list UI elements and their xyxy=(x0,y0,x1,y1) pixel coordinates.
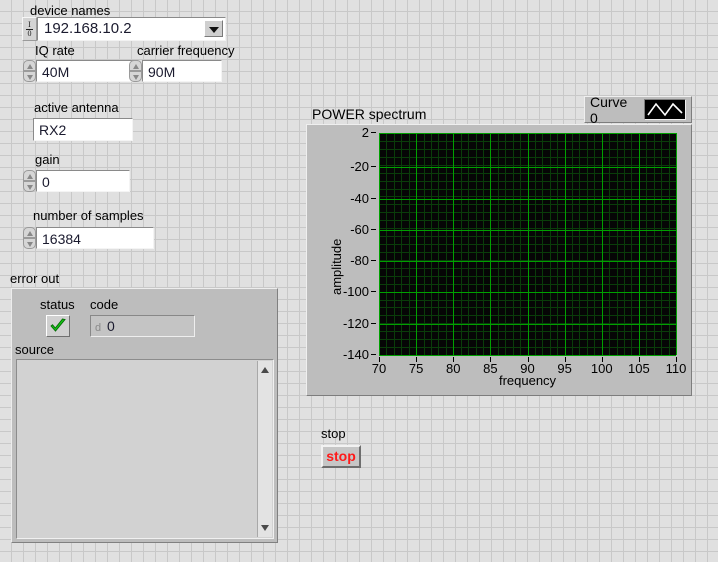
y-tick-mark xyxy=(371,132,376,133)
stepper-down-icon[interactable] xyxy=(23,71,36,82)
x-tick-mark xyxy=(416,357,418,362)
stepper-up-icon[interactable] xyxy=(23,170,36,181)
major-gridlines xyxy=(379,133,677,356)
carrier-frequency-label: carrier frequency xyxy=(137,43,235,58)
y-axis-label: amplitude xyxy=(329,238,344,295)
code-prefix: d xyxy=(95,322,102,334)
y-tick-mark xyxy=(371,322,376,324)
scroll-down-icon[interactable] xyxy=(261,525,269,531)
y-tick-label: -60 xyxy=(350,223,376,236)
stepper-down-icon[interactable] xyxy=(23,238,36,249)
x-tick-mark xyxy=(453,357,455,362)
x-tick-mark xyxy=(527,357,529,362)
plot-area[interactable] xyxy=(379,133,677,356)
status-indicator[interactable] xyxy=(46,315,70,337)
x-axis-label: frequency xyxy=(498,373,557,388)
status-label: status xyxy=(40,297,75,312)
gain-input[interactable]: 0 xyxy=(36,170,130,192)
error-out-cluster: status code d 0 source xyxy=(11,288,278,543)
code-value: 0 xyxy=(107,318,115,334)
y-tick-mark xyxy=(371,228,376,230)
active-antenna-label: active antenna xyxy=(34,100,119,115)
number-of-samples-label: number of samples xyxy=(33,208,144,223)
y-tick-label: -120 xyxy=(343,317,376,330)
y-tick-mark xyxy=(371,291,376,293)
io-glyph: I0 xyxy=(22,17,37,41)
x-tick-mark xyxy=(638,357,640,362)
waveform-icon[interactable] xyxy=(644,99,686,120)
code-field[interactable]: d 0 xyxy=(90,315,195,337)
y-tick-mark xyxy=(371,260,376,262)
carrier-frequency-input[interactable]: 90M xyxy=(142,60,222,82)
y-tick-label: -80 xyxy=(350,254,376,267)
carrier-frequency-stepper[interactable] xyxy=(129,60,142,82)
y-tick-mark xyxy=(371,354,376,355)
device-names-combo[interactable]: I0 192.168.10.2 xyxy=(22,17,226,41)
number-of-samples-input[interactable]: 16384 xyxy=(36,227,154,249)
chevron-down-icon[interactable] xyxy=(204,20,223,37)
stop-button[interactable]: stop xyxy=(321,445,361,468)
source-textbox[interactable] xyxy=(16,359,274,539)
x-tick-mark xyxy=(379,357,380,362)
y-tick-label: -140 xyxy=(343,348,376,361)
stepper-down-icon[interactable] xyxy=(23,181,36,192)
graph-panel: 2 -20 -40 -60 -80 -100 -120 -140 70 75 80 85 90 95 10… xyxy=(306,124,692,396)
iq-rate-label: IQ rate xyxy=(35,43,75,58)
active-antenna-input[interactable]: RX2 xyxy=(33,118,133,141)
code-label: code xyxy=(90,297,119,312)
gain-stepper[interactable] xyxy=(23,170,36,192)
source-label: source xyxy=(15,342,55,357)
error-out-label: error out xyxy=(10,271,60,286)
graph-title: POWER spectrum xyxy=(312,106,427,122)
y-tick-label: 2 xyxy=(362,126,376,139)
y-tick-label: -20 xyxy=(350,160,376,173)
stepper-up-icon[interactable] xyxy=(23,60,36,71)
x-tick-mark xyxy=(564,357,566,362)
stepper-up-icon[interactable] xyxy=(23,227,36,238)
device-names-value[interactable]: 192.168.10.2 xyxy=(37,17,226,41)
x-tick-mark xyxy=(676,357,677,362)
y-tick-mark xyxy=(371,166,376,168)
stepper-up-icon[interactable] xyxy=(129,60,142,71)
green-check-icon xyxy=(50,318,66,332)
y-tick-label: -100 xyxy=(343,285,376,298)
x-tick-mark xyxy=(490,357,492,362)
stepper-down-icon[interactable] xyxy=(129,71,142,82)
stop-label: stop xyxy=(321,426,346,441)
x-tick-mark xyxy=(601,357,603,362)
device-names-label: device names xyxy=(30,3,111,18)
y-tick-label: -40 xyxy=(350,192,376,205)
graph-legend[interactable]: Curve 0 xyxy=(584,93,692,126)
scroll-up-icon[interactable] xyxy=(261,367,269,373)
number-of-samples-stepper[interactable] xyxy=(23,227,36,249)
gain-label: gain xyxy=(35,152,60,167)
iq-rate-stepper[interactable] xyxy=(23,60,36,82)
iq-rate-input[interactable]: 40M xyxy=(36,60,138,82)
y-tick-mark xyxy=(371,197,376,199)
source-scrollbar[interactable] xyxy=(257,361,272,537)
legend-series-name: Curve 0 xyxy=(590,93,628,126)
